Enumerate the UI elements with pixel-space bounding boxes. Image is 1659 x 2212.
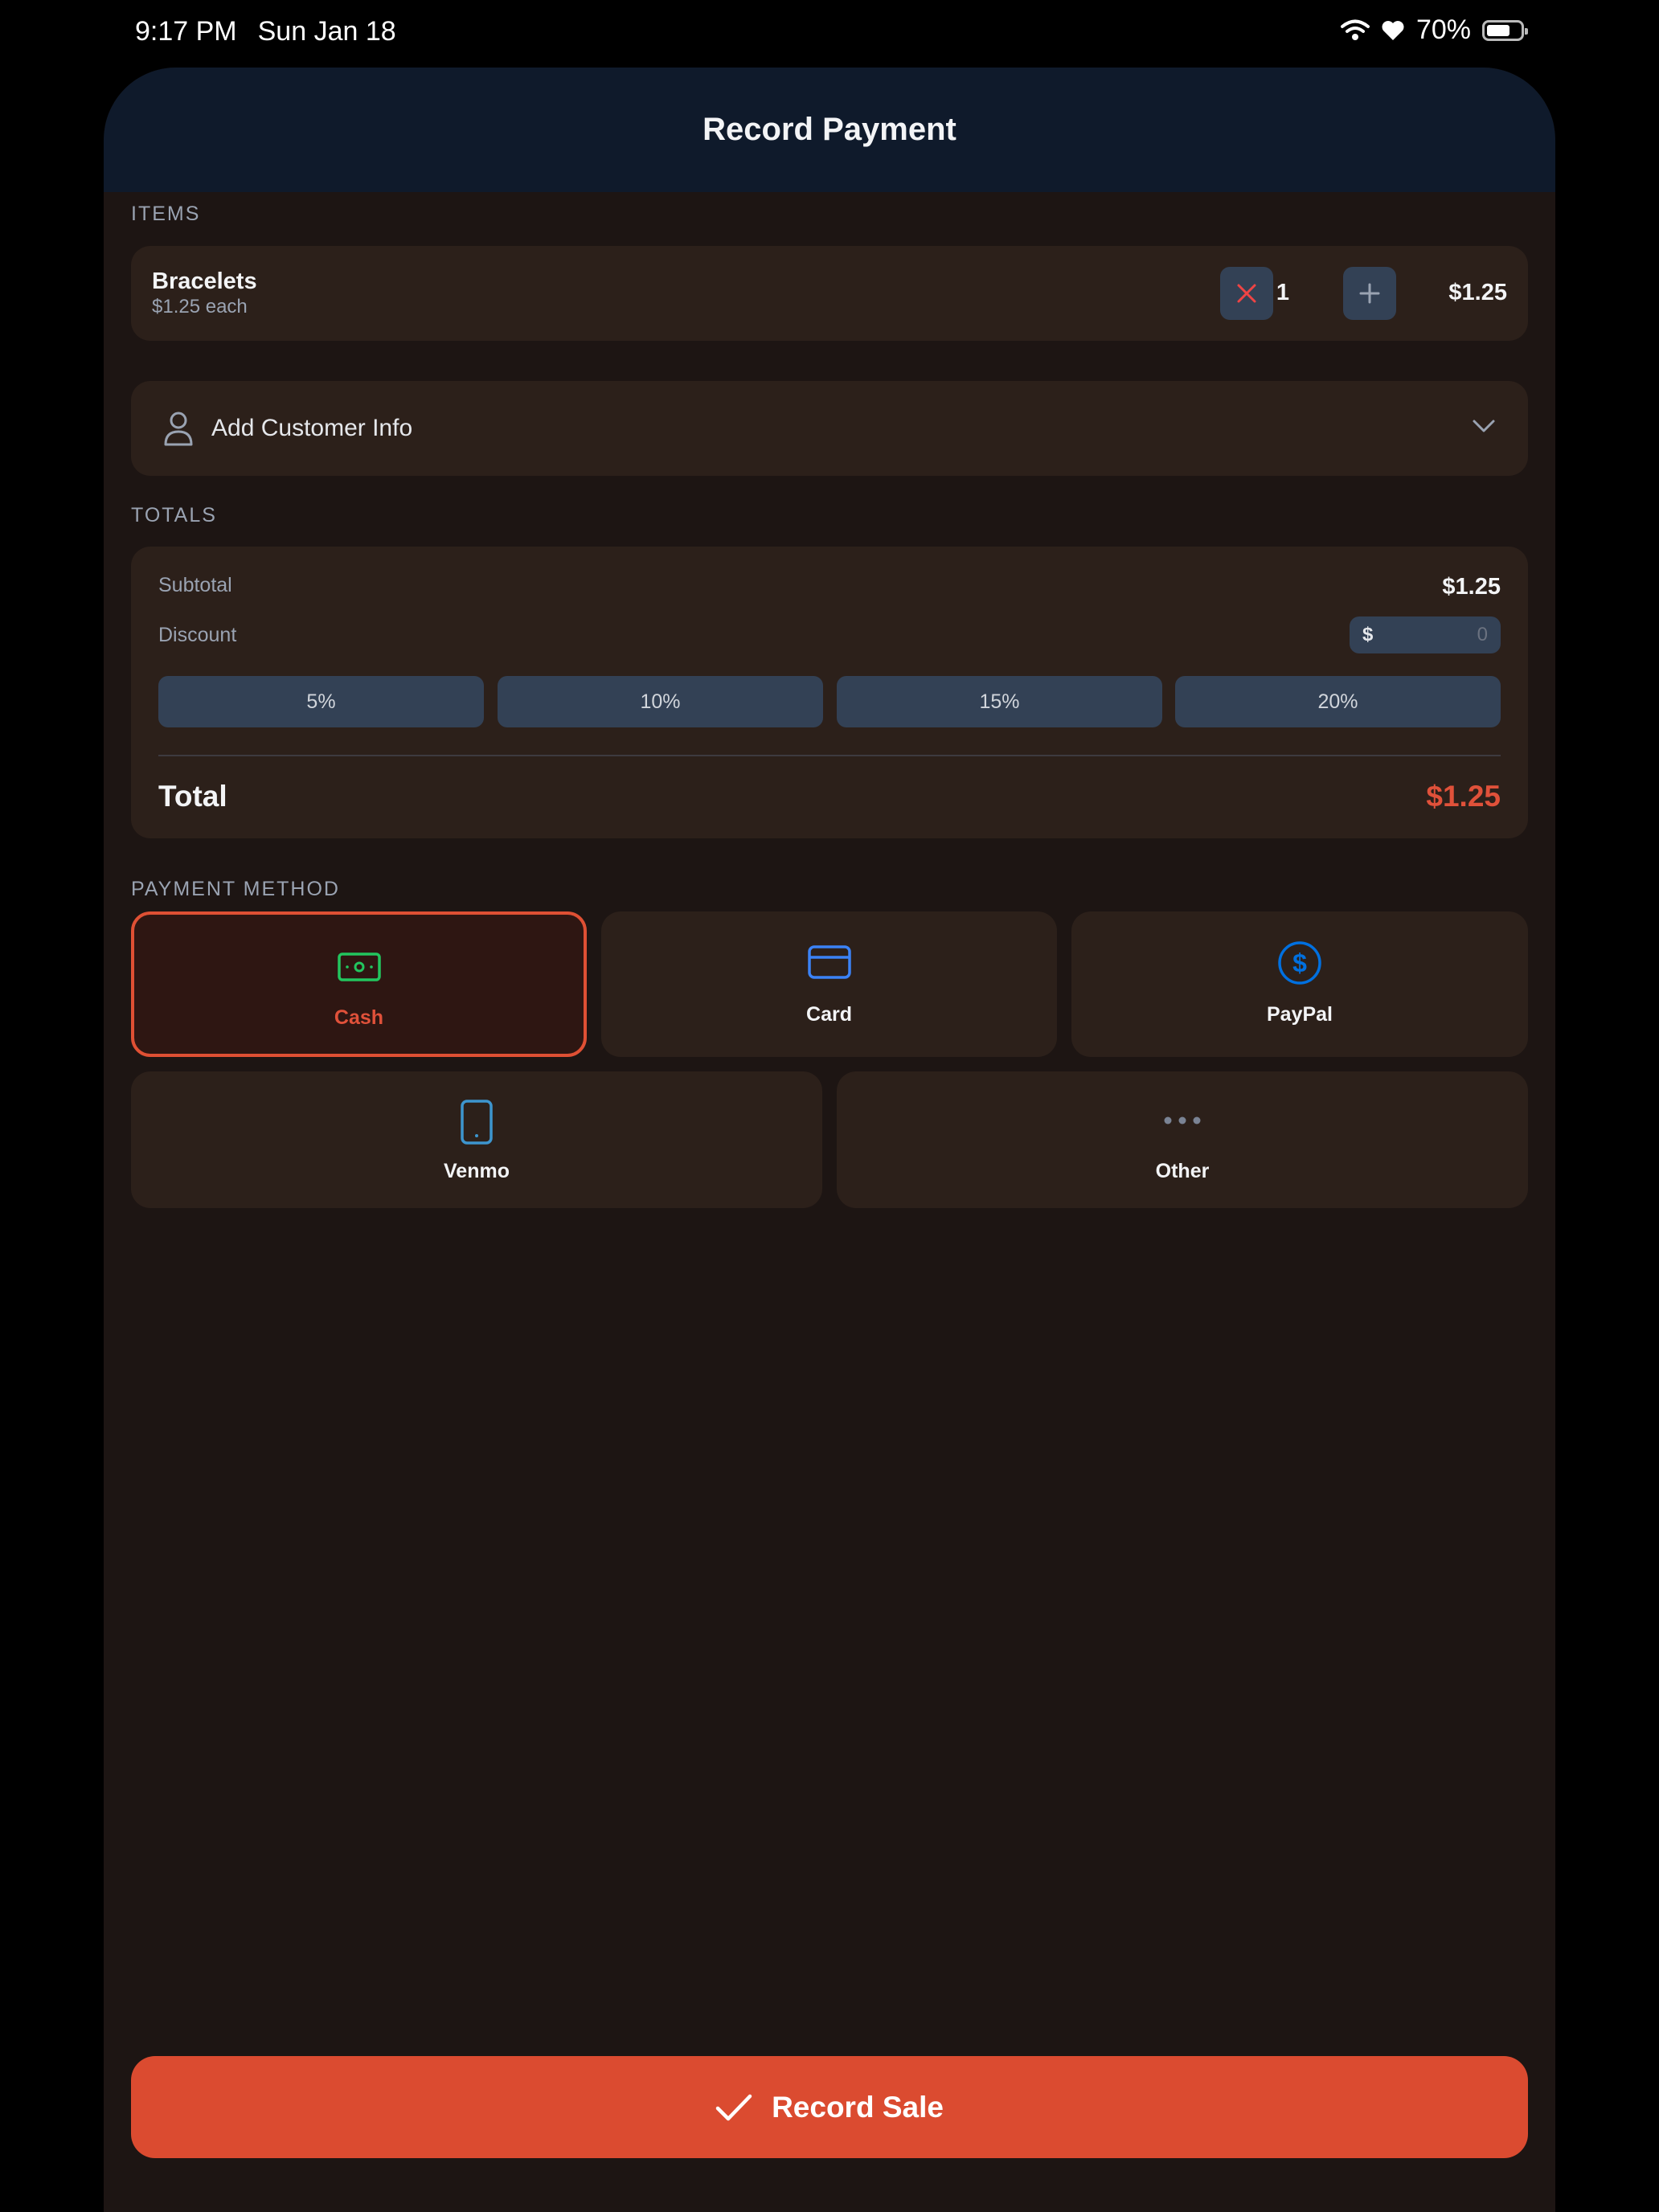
discount-input[interactable]: 0 — [1477, 624, 1488, 646]
increase-quantity-button[interactable] — [1343, 267, 1396, 320]
more-icon — [1164, 1116, 1201, 1124]
item-quantity: 1 — [1276, 280, 1290, 305]
cash-icon — [337, 952, 381, 981]
add-customer-info-label: Add Customer Info — [211, 415, 413, 441]
wifi-icon — [1340, 19, 1370, 40]
svg-text:$: $ — [1292, 948, 1307, 977]
payment-other-button[interactable]: Other — [837, 1071, 1528, 1208]
discount-20-button[interactable]: 20% — [1175, 676, 1501, 727]
phone-icon — [461, 1100, 493, 1145]
discount-currency-prefix: $ — [1362, 624, 1374, 645]
payment-cash-label: Cash — [334, 1006, 384, 1029]
payment-method-section-label: PAYMENT METHOD — [131, 878, 340, 900]
total-value: $1.25 — [1426, 780, 1501, 813]
items-section-label: ITEMS — [131, 203, 201, 225]
discount-15-button[interactable]: 15% — [837, 676, 1162, 727]
discount-5-button[interactable]: 5% — [158, 676, 484, 727]
battery-percent: 70% — [1415, 14, 1471, 45]
checkmark-icon — [715, 2094, 752, 2120]
person-icon — [164, 412, 193, 446]
payment-cash-button[interactable]: Cash — [131, 911, 587, 1057]
total-label: Total — [158, 780, 227, 813]
dollar-circle-icon: $ — [1278, 941, 1321, 985]
record-payment-sheet: Record Payment ITEMS Bracelets $1.25 eac… — [104, 68, 1555, 2212]
plus-icon — [1359, 283, 1380, 304]
discount-field[interactable]: $ 0 — [1350, 616, 1501, 653]
battery-icon — [1482, 19, 1528, 41]
payment-paypal-label: PayPal — [1266, 1003, 1333, 1026]
chevron-down-icon — [1473, 420, 1495, 432]
add-customer-info-toggle[interactable]: Add Customer Info — [131, 381, 1528, 476]
close-icon — [1237, 284, 1256, 303]
payment-venmo-label: Venmo — [444, 1160, 510, 1182]
totals-section-label: TOTALS — [131, 504, 217, 526]
totals-card: Subtotal $1.25 Discount $ 0 5% 10% 15% 2… — [131, 547, 1528, 838]
item-row: Bracelets $1.25 each 1 $1.25 — [131, 246, 1528, 341]
remove-item-button[interactable] — [1220, 267, 1273, 320]
status-date: Sun Jan 18 — [257, 16, 396, 47]
item-unit-price: $1.25 each — [152, 296, 248, 317]
payment-other-label: Other — [1155, 1160, 1210, 1182]
item-total: $1.25 — [1448, 280, 1507, 305]
payment-paypal-button[interactable]: $ PayPal — [1071, 911, 1528, 1057]
sheet-header: Record Payment — [104, 68, 1555, 192]
status-bar: 9:17 PM Sun Jan 18 70% — [0, 0, 1659, 64]
page-title: Record Payment — [703, 112, 956, 147]
battery-level-fill — [1487, 24, 1509, 36]
discount-label: Discount — [158, 624, 237, 646]
record-sale-button[interactable]: Record Sale — [131, 2056, 1528, 2158]
payment-venmo-button[interactable]: Venmo — [131, 1071, 822, 1208]
item-name: Bracelets — [152, 268, 257, 294]
payment-card-button[interactable]: Card — [601, 911, 1057, 1057]
heart-icon — [1382, 20, 1404, 40]
payment-card-label: Card — [806, 1003, 852, 1026]
totals-divider — [158, 755, 1501, 756]
subtotal-value: $1.25 — [1442, 574, 1501, 600]
status-time: 9:17 PM — [135, 16, 237, 47]
record-sale-label: Record Sale — [772, 2090, 944, 2124]
card-icon — [807, 945, 851, 979]
discount-10-button[interactable]: 10% — [498, 676, 823, 727]
subtotal-label: Subtotal — [158, 574, 232, 596]
